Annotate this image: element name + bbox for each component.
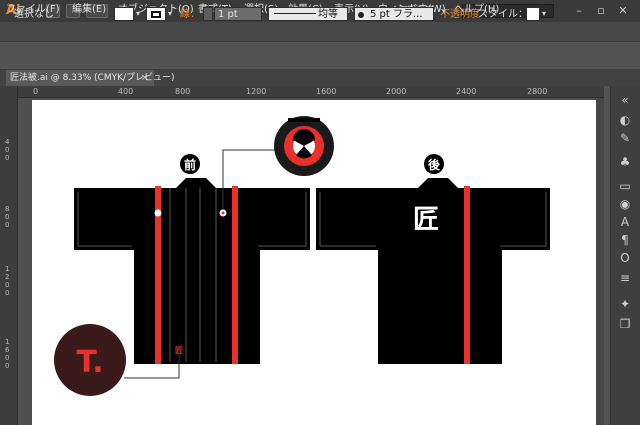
color-icon[interactable]: ◐ — [617, 112, 633, 128]
pathfinder-icon[interactable]: ✦ — [617, 296, 633, 312]
front-crest-left — [154, 209, 162, 217]
layers-icon[interactable]: ❐ — [617, 316, 633, 332]
collapse-panels-icon[interactable]: « — [617, 92, 633, 108]
front-red-stripe-right — [232, 186, 238, 364]
appearance-icon[interactable]: ◉ — [617, 196, 633, 212]
back-happi: 匠 後 — [316, 154, 550, 364]
align-icon[interactable]: ≡ — [617, 270, 633, 286]
t-badge-text: T. — [76, 345, 103, 380]
brushes-icon[interactable]: ✎ — [617, 130, 633, 146]
t-mark: 匠 — [175, 346, 183, 355]
character-icon[interactable]: A — [617, 214, 633, 230]
gradient-icon[interactable]: ▭ — [617, 178, 633, 194]
paragraph-icon[interactable]: ¶ — [617, 232, 633, 248]
symbols-icon[interactable]: ♣ — [617, 154, 633, 170]
back-label: 後 — [428, 157, 441, 172]
front-label: 前 — [184, 157, 196, 172]
happi-artwork[interactable]: 前 匠 後 匠 T. — [0, 0, 640, 425]
back-red-stripe — [464, 186, 470, 364]
opentype-icon[interactable]: O — [617, 250, 633, 266]
back-logo: 匠 — [413, 205, 439, 235]
